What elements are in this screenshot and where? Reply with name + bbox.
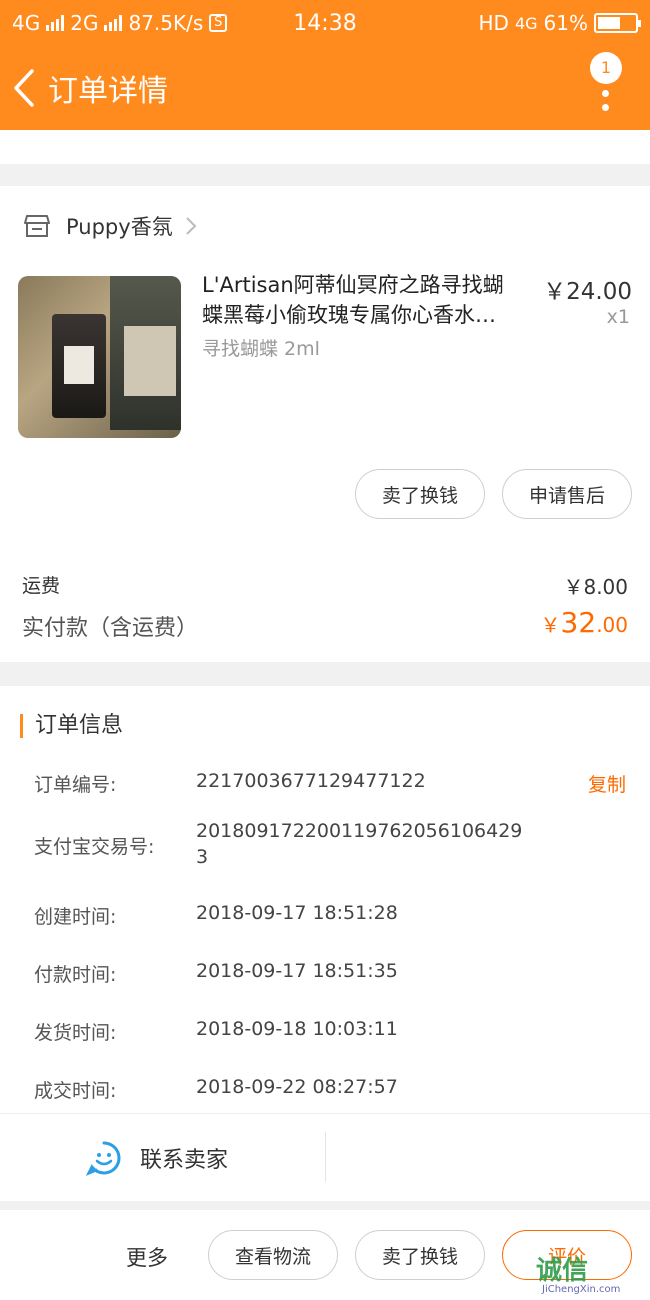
view-logistics-button[interactable]: 查看物流	[208, 1230, 338, 1280]
sell-button-bottom[interactable]: 卖了换钱	[355, 1230, 485, 1280]
alipay-value-line-2: 3	[196, 846, 209, 868]
order-info-section: 订单信息 订单编号: 2217003677129477122 复制 支付宝交易号…	[0, 686, 650, 1113]
sell-button[interactable]: 卖了换钱	[355, 469, 485, 519]
contact-seller-button[interactable]: 联系卖家	[86, 1140, 228, 1176]
chevron-right-icon	[185, 217, 197, 235]
more-button[interactable]: 更多	[126, 1242, 168, 1272]
closed-label: 成交时间:	[34, 1080, 117, 1102]
s-icon: S	[209, 14, 228, 32]
status-right: HD 4G 61%	[478, 11, 641, 35]
paid-currency: ￥	[540, 613, 561, 637]
alipay-label: 支付宝交易号:	[34, 836, 155, 858]
watermark-logo: 诚信 JiChengXin.com	[536, 1250, 648, 1298]
divider	[325, 1132, 326, 1182]
status-left: 4G 2G 87.5K/s S	[12, 11, 228, 35]
back-arrow-icon	[14, 69, 34, 107]
lte-label: 4G	[514, 13, 538, 33]
product-variant: 寻找蝴蝶 2ml	[202, 338, 320, 360]
paid-time-label: 付款时间:	[34, 964, 117, 986]
paid-label: 实付款（含运费）	[22, 616, 199, 641]
chat-smile-icon	[86, 1141, 121, 1176]
product-title[interactable]: L'Artisan阿蒂仙冥府之路寻找蝴 蝶黑莓小偷玫瑰专属你心香水…	[202, 270, 537, 330]
shipped-value: 2018-09-18 10:03:11	[196, 1018, 398, 1040]
shipping-value: ￥8.00	[563, 575, 628, 599]
shipping-label: 运费	[22, 575, 61, 597]
closed-value: 2018-09-22 08:27:57	[196, 1076, 398, 1098]
shop-name: Puppy香氛	[66, 215, 173, 239]
product-image[interactable]	[18, 276, 181, 438]
shipped-label: 发货时间:	[34, 1022, 117, 1044]
shop-row[interactable]: Puppy香氛	[0, 186, 650, 266]
contact-bar: 联系卖家	[0, 1113, 650, 1201]
product-price: ￥24.00	[543, 279, 632, 305]
product-box-label-shape	[124, 326, 176, 396]
alipay-value-line-1: 20180917220011976205610642​9	[196, 820, 523, 842]
aftersale-button[interactable]: 申请售后	[502, 469, 632, 519]
page-title: 订单详情	[48, 74, 168, 109]
network-speed: 87.5K/s	[128, 11, 204, 35]
alipay-value: 20180917220011976205610642​9 3	[196, 818, 522, 870]
watermark-url: JiChengXin.com	[542, 1284, 621, 1295]
watermark-text: 诚信	[536, 1256, 589, 1286]
network-2g-label: 2G	[70, 11, 99, 35]
product-quantity: x1	[606, 306, 630, 328]
scrolled-strip	[0, 130, 650, 164]
store-icon	[24, 215, 50, 237]
product-bottle-label-shape	[64, 346, 94, 384]
paid-cents: .00	[596, 613, 628, 637]
order-no-label: 订单编号:	[34, 774, 117, 796]
section-title: 订单信息	[20, 714, 123, 738]
copy-button[interactable]: 复制	[588, 770, 626, 797]
more-menu-button[interactable]: 1	[586, 52, 626, 122]
hd-label: HD	[478, 11, 509, 35]
order-card: Puppy香氛 L'Artisan阿蒂仙冥府之路寻找蝴 蝶黑莓小偷玫瑰专属你心香…	[0, 186, 650, 662]
contact-seller-label: 联系卖家	[140, 1148, 229, 1173]
created-value: 2018-09-17 18:51:28	[196, 902, 398, 924]
notification-badge: 1	[590, 52, 622, 84]
signal-icon-2	[104, 15, 123, 31]
product-item[interactable]: L'Artisan阿蒂仙冥府之路寻找蝴 蝶黑莓小偷玫瑰专属你心香水… 寻找蝴蝶 …	[0, 266, 650, 446]
paid-time-value: 2018-09-17 18:51:35	[196, 960, 398, 982]
back-button[interactable]	[4, 46, 44, 130]
battery-icon	[594, 13, 641, 33]
more-dot-icon	[602, 90, 609, 97]
battery-percent: 61%	[543, 11, 588, 35]
network-4g-label: 4G	[12, 11, 41, 35]
product-title-line-2: 蝶黑莓小偷玫瑰专属你心香水…	[202, 303, 496, 327]
paid-integer: 32	[560, 606, 597, 639]
signal-icon	[46, 15, 65, 31]
status-bar: 4G 2G 87.5K/s S 14:38 HD 4G 61%	[0, 0, 650, 46]
order-no-value: 2217003677129477122	[196, 770, 426, 792]
more-dot-icon	[602, 104, 609, 111]
created-label: 创建时间:	[34, 906, 117, 928]
paid-amount: ￥32.00	[541, 606, 628, 639]
product-title-line-1: L'Artisan阿蒂仙冥府之路寻找蝴	[202, 273, 504, 297]
nav-bar: 订单详情 1	[0, 46, 650, 130]
